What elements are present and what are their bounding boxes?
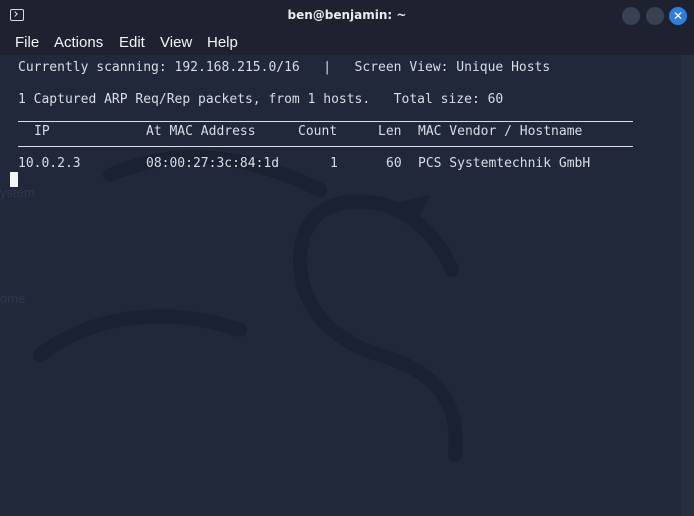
- table-header-rule: [18, 146, 633, 147]
- maximize-button[interactable]: [646, 7, 664, 25]
- menu-file[interactable]: File: [15, 34, 39, 51]
- header-mac: At MAC Address: [146, 124, 256, 139]
- menu-bar: File Actions Edit View Help: [0, 31, 694, 55]
- summary-line: 1 Captured ARP Req/Rep packets, from 1 h…: [18, 92, 504, 107]
- minimize-button[interactable]: [622, 7, 640, 25]
- title-bar[interactable]: ben@benjamin: ~ ✕: [0, 0, 694, 31]
- vertical-scrollbar[interactable]: [681, 55, 694, 516]
- terminal-window: ben@benjamin: ~ ✕ File Actions Edit View…: [0, 0, 694, 516]
- cell-vendor: PCS Systemtechnik GmbH: [418, 156, 591, 171]
- menu-actions[interactable]: Actions: [54, 34, 103, 51]
- cell-count: 1: [330, 156, 338, 171]
- menu-help[interactable]: Help: [207, 34, 238, 51]
- desktop-label-home: ome: [0, 291, 26, 306]
- text-cursor: [10, 172, 18, 187]
- header-vendor: MAC Vendor / Hostname: [418, 124, 583, 139]
- header-len: Len: [378, 124, 402, 139]
- cell-ip: 10.0.2.3: [18, 156, 81, 171]
- close-icon: ✕: [672, 9, 684, 23]
- status-line: Currently scanning: 192.168.215.0/16 | S…: [18, 60, 551, 75]
- menu-edit[interactable]: Edit: [119, 34, 145, 51]
- desktop-label-system: ystem: [0, 185, 35, 200]
- table-top-rule: [18, 121, 633, 122]
- header-count: Count: [298, 124, 338, 139]
- menu-view[interactable]: View: [160, 34, 192, 51]
- close-button[interactable]: ✕: [669, 7, 687, 25]
- terminal-output[interactable]: ystem ome Currently scanning: 192.168.21…: [0, 55, 681, 516]
- header-ip: IP: [34, 124, 50, 139]
- cell-len: 60: [386, 156, 402, 171]
- window-title: ben@benjamin: ~: [287, 8, 407, 22]
- cell-mac: 08:00:27:3c:84:1d: [146, 156, 280, 171]
